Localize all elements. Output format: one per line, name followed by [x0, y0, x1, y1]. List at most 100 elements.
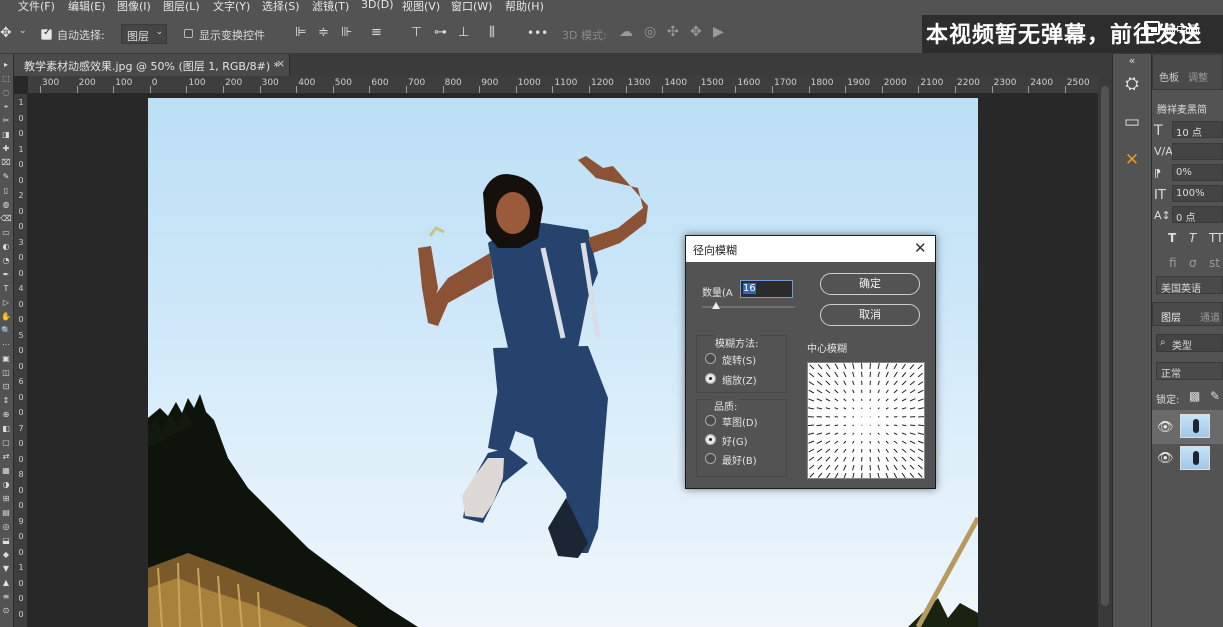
chevron-down-icon[interactable]: ⌄: [19, 26, 27, 36]
kerning-field[interactable]: [1172, 143, 1223, 160]
lock-transparency-icon[interactable]: ▩: [1189, 389, 1200, 403]
method-zoom-label[interactable]: 缩放(Z): [722, 372, 757, 387]
tab-layers[interactable]: 图层: [1161, 309, 1181, 324]
tool-icon[interactable]: ✋: [0, 312, 12, 321]
pip-button[interactable]: 画中画: [1140, 18, 1220, 40]
tab-adjustments[interactable]: 调整: [1188, 69, 1208, 84]
move-tool-icon[interactable]: ✥: [0, 25, 12, 41]
cancel-button[interactable]: 取消: [820, 304, 920, 326]
tool-icon[interactable]: ⬓: [0, 536, 12, 545]
tool-icon[interactable]: ⌫: [0, 214, 12, 223]
blur-center-preview[interactable]: [807, 362, 925, 479]
menu-file[interactable]: 文件(F): [18, 0, 55, 14]
tool-icon[interactable]: ⌖: [0, 102, 12, 112]
tool-icon[interactable]: ◍: [0, 200, 12, 209]
italic-icon[interactable]: T: [1189, 231, 1196, 245]
tool-icon[interactable]: ≡: [0, 592, 12, 601]
menu-view[interactable]: 视图(V): [402, 0, 440, 14]
tool-icon[interactable]: ⊙: [0, 606, 12, 615]
menu-window[interactable]: 窗口(W): [451, 0, 492, 14]
close-icon[interactable]: ✕: [914, 239, 927, 257]
quality-draft-radio[interactable]: [705, 415, 716, 426]
more-options-icon[interactable]: •••: [527, 26, 548, 40]
tool-icon[interactable]: ◆: [0, 550, 12, 559]
tool-icon[interactable]: ▷: [0, 298, 12, 307]
tool-icon[interactable]: ◌: [0, 88, 12, 97]
visibility-eye-icon[interactable]: 👁: [1157, 451, 1174, 466]
align-top-icon[interactable]: ⊤: [411, 25, 422, 40]
tab-channels[interactable]: 通道: [1200, 309, 1220, 324]
slider-handle[interactable]: [712, 302, 720, 309]
font-family-value[interactable]: 腾祥麦黑简: [1157, 101, 1207, 116]
method-spin-label[interactable]: 旋转(S): [722, 352, 756, 367]
slide-3d-icon[interactable]: ✥: [690, 24, 702, 40]
tool-icon[interactable]: ⇄: [0, 452, 12, 461]
video-3d-icon[interactable]: ▶: [713, 24, 724, 40]
tool-icon[interactable]: ◧: [0, 424, 12, 433]
tool-icon[interactable]: ▼: [0, 564, 12, 573]
tool-icon[interactable]: ◔: [0, 256, 12, 265]
amount-input[interactable]: 16: [740, 280, 793, 298]
tool-icon[interactable]: 🔍: [0, 326, 12, 335]
quality-best-radio[interactable]: [705, 453, 716, 464]
align-right-icon[interactable]: ⊪: [341, 25, 352, 40]
amount-slider[interactable]: [702, 302, 795, 309]
tool-icon[interactable]: ✒: [0, 270, 12, 279]
auto-select-checkbox[interactable]: [41, 27, 52, 40]
method-zoom-radio[interactable]: [705, 373, 716, 384]
align-center-icon[interactable]: ≑: [318, 25, 329, 40]
tool-icon[interactable]: ◐: [0, 242, 12, 251]
menu-help[interactable]: 帮助(H): [505, 0, 544, 14]
tool-icon[interactable]: ⊡: [0, 382, 12, 391]
tool-icon[interactable]: ▯: [0, 186, 12, 195]
quality-draft-label[interactable]: 草图(D): [722, 414, 758, 429]
orbit-3d-icon[interactable]: ☁: [619, 24, 633, 40]
tool-icon[interactable]: ◎: [0, 522, 12, 531]
document-tab[interactable]: 教学素材动感效果.jpg @ 50% (图层 1, RGB/8#) * ×: [14, 54, 290, 76]
tool-icon[interactable]: ⌧: [0, 158, 12, 167]
auto-select-dropdown[interactable]: 图层 ⌄: [121, 24, 167, 44]
tool-icon[interactable]: ◫: [0, 368, 12, 377]
properties-icon[interactable]: ▭: [1121, 112, 1143, 132]
close-tab-icon[interactable]: ×: [276, 57, 285, 70]
menu-edit[interactable]: 编辑(E): [68, 0, 106, 14]
ligature-icon[interactable]: fi: [1169, 256, 1177, 270]
tool-icon[interactable]: T: [0, 284, 12, 293]
tool-icon[interactable]: ▦: [0, 466, 12, 475]
tool-icon[interactable]: ✎: [0, 172, 12, 181]
tool-icon[interactable]: ▤: [0, 508, 12, 517]
tool-icon[interactable]: ⬚: [0, 74, 12, 83]
align-middle-icon[interactable]: ⊶: [434, 25, 447, 40]
vertical-scrollbar[interactable]: [1098, 76, 1112, 627]
tool-icon[interactable]: ▸: [0, 60, 12, 69]
quality-good-radio[interactable]: [705, 434, 716, 445]
menu-type[interactable]: 文字(Y): [213, 0, 250, 14]
tool-icon[interactable]: ↕: [0, 396, 12, 405]
method-spin-radio[interactable]: [705, 353, 716, 364]
tool-icon[interactable]: ◨: [0, 130, 12, 139]
swash-icon[interactable]: st: [1209, 256, 1220, 270]
all-caps-icon[interactable]: TT: [1209, 231, 1223, 245]
lock-paint-icon[interactable]: ✎: [1210, 389, 1220, 403]
quality-best-label[interactable]: 最好(B): [722, 452, 757, 467]
menu-filter[interactable]: 滤镜(T): [312, 0, 349, 14]
tool-icon[interactable]: ▭: [0, 228, 12, 237]
menu-3d[interactable]: 3D(D): [361, 0, 394, 11]
tool-icon[interactable]: ▣: [0, 354, 12, 363]
ok-button[interactable]: 确定: [820, 273, 920, 295]
roll-3d-icon[interactable]: ◎: [644, 24, 656, 40]
distribute-icon[interactable]: ≡: [371, 25, 382, 40]
quality-good-label[interactable]: 好(G): [722, 433, 748, 448]
oldstyle-icon[interactable]: ơ: [1189, 256, 1196, 270]
tool-icon[interactable]: ▢: [0, 438, 12, 447]
menu-select[interactable]: 选择(S): [262, 0, 300, 14]
scrollbar-thumb[interactable]: [1101, 86, 1109, 606]
menu-layer[interactable]: 图层(L): [163, 0, 200, 14]
collapse-panels-icon[interactable]: «: [1121, 54, 1143, 74]
tool-icon[interactable]: ▲: [0, 578, 12, 587]
tool-icon[interactable]: ⊞: [0, 494, 12, 503]
distribute-vertical-icon[interactable]: ⫼: [489, 25, 495, 40]
brush-tools-icon[interactable]: ✕: [1121, 150, 1143, 170]
bold-icon[interactable]: T: [1168, 231, 1176, 245]
tool-icon[interactable]: ⋯: [0, 340, 12, 349]
